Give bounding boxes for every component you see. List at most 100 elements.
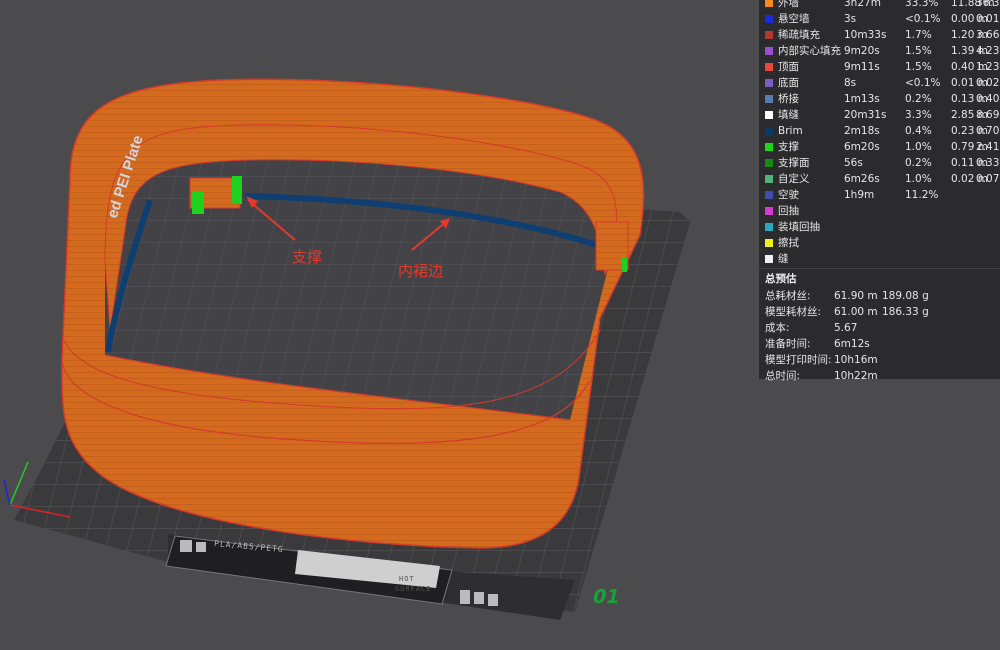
color-swatch — [765, 159, 773, 167]
slice-stats-panel: 外墙3h27m33.3%11.88 m36.30悬空墙3s<0.1%0.00 m… — [759, 0, 1000, 382]
plate-hot-text: HOT — [399, 575, 415, 583]
feature-time: 20m31s — [844, 109, 887, 121]
prep-time-row: 准备时间: 6m12s — [765, 338, 870, 350]
color-swatch — [765, 15, 773, 23]
model-print-time-row: 模型打印时间: 10h16m — [765, 354, 878, 366]
feature-time: 1h9m — [844, 189, 875, 201]
feature-time: 9m20s — [844, 45, 880, 57]
feature-percent: 1.7% — [905, 29, 932, 41]
color-swatch — [765, 63, 773, 71]
feature-row: 装填回抽 — [759, 219, 1000, 235]
feature-row: Brim2m18s0.4%0.23 m0.70 g — [759, 123, 1000, 139]
feature-time: 6m26s — [844, 173, 880, 185]
color-swatch — [765, 95, 773, 103]
total-filament-row: 总耗材丝: 61.90 m 189.08 g — [765, 290, 929, 302]
color-swatch — [765, 255, 773, 263]
feature-percent: 3.3% — [905, 109, 932, 121]
feature-weight: 3.66 g — [976, 29, 1000, 41]
feature-weight: 0.70 g — [976, 125, 1000, 137]
feature-time: 1m13s — [844, 93, 880, 105]
color-swatch — [765, 207, 773, 215]
feature-name: 回抽 — [778, 205, 799, 217]
feature-row: 缝 — [759, 251, 1000, 267]
color-swatch — [765, 0, 773, 7]
feature-name: 外墙 — [778, 0, 799, 9]
summary-title: 总预估 — [765, 273, 797, 285]
color-swatch — [765, 143, 773, 151]
feature-percent: 1.0% — [905, 141, 932, 153]
color-swatch — [765, 31, 773, 39]
feature-percent: 0.2% — [905, 93, 932, 105]
feature-row: 悬空墙3s<0.1%0.00 m0.01 g — [759, 11, 1000, 27]
feature-name: 内部实心填充 — [778, 45, 841, 57]
color-swatch — [765, 191, 773, 199]
support-annotation: 支撑 — [292, 248, 323, 266]
color-swatch — [765, 127, 773, 135]
support-left — [189, 176, 242, 214]
feature-percent: 11.2% — [905, 189, 939, 201]
feature-weight: 0.01 g — [976, 13, 1000, 25]
feature-row: 内部实心填充9m20s1.5%1.39 m4.23 g — [759, 43, 1000, 59]
feature-row: 稀疏填充10m33s1.7%1.20 m3.66 g — [759, 27, 1000, 43]
plate-surface-text: SURFACE — [395, 585, 432, 593]
feature-row: 外墙3h27m33.3%11.88 m36.30 — [759, 0, 1000, 11]
feature-name: 擦拭 — [778, 237, 799, 249]
feature-percent: 1.5% — [905, 45, 932, 57]
feature-time: 56s — [844, 157, 863, 169]
feature-name: 缝 — [778, 253, 789, 265]
feature-row: 底面8s<0.1%0.01 m0.02 g — [759, 75, 1000, 91]
feature-percent: 0.4% — [905, 125, 932, 137]
feature-row: 顶面9m11s1.5%0.40 m1.23 g — [759, 59, 1000, 75]
feature-percent: <0.1% — [905, 13, 941, 25]
feature-time: 6m20s — [844, 141, 880, 153]
feature-weight: 1.23 g — [976, 61, 1000, 73]
feature-name: 支撑面 — [778, 157, 810, 169]
feature-row: 擦拭 — [759, 235, 1000, 251]
feature-name: 空驶 — [778, 189, 799, 201]
feature-time: 10m33s — [844, 29, 887, 41]
feature-row: 空驶 1h9m 11.2% — [759, 187, 1000, 203]
feature-row: 自定义6m26s1.0%0.02 m0.07 g — [759, 171, 1000, 187]
feature-name: Brim — [778, 125, 803, 137]
feature-row: 填缝20m31s3.3%2.85 m8.69 g — [759, 107, 1000, 123]
model-filament-row: 模型耗材丝: 61.00 m 186.33 g — [765, 306, 929, 318]
feature-percent: 1.5% — [905, 61, 932, 73]
printed-model — [61, 78, 645, 549]
feature-weight: 0.33 g — [976, 157, 1000, 169]
feature-name: 填缝 — [778, 109, 799, 121]
color-swatch — [765, 239, 773, 247]
feature-name: 桥接 — [778, 93, 799, 105]
feature-weight: 4.23 g — [976, 45, 1000, 57]
feature-time: 3h27m — [844, 0, 881, 9]
divider — [759, 268, 1000, 269]
feature-name: 支撑 — [778, 141, 799, 153]
feature-row: 支撑6m20s1.0%0.79 m2.41 g — [759, 139, 1000, 155]
feature-row: 支撑面56s0.2%0.11 m0.33 g — [759, 155, 1000, 171]
support-right — [595, 221, 629, 272]
feature-weight: 0.02 g — [976, 77, 1000, 89]
feature-percent: 0.2% — [905, 157, 932, 169]
feature-name: 装填回抽 — [778, 221, 820, 233]
inner-skirt-annotation: 内裙边 — [398, 262, 444, 280]
feature-percent: 33.3% — [905, 0, 939, 9]
feature-time: 3s — [844, 13, 857, 25]
feature-percent: 1.0% — [905, 173, 932, 185]
feature-time: 2m18s — [844, 125, 880, 137]
feature-weight: 0.40 g — [976, 93, 1000, 105]
color-swatch — [765, 223, 773, 231]
color-swatch — [765, 79, 773, 87]
feature-name: 底面 — [778, 77, 799, 89]
total-time-row: 总时间: 10h22m — [765, 370, 878, 382]
cost-row: 成本: 5.67 — [765, 322, 858, 334]
feature-row: 桥接1m13s0.2%0.13 m0.40 g — [759, 91, 1000, 107]
feature-weight: 2.41 g — [976, 141, 1000, 153]
feature-time: 9m11s — [844, 61, 880, 73]
feature-name: 自定义 — [778, 173, 810, 185]
feature-percent: <0.1% — [905, 77, 941, 89]
feature-weight: 36.30 — [976, 0, 1000, 9]
feature-weight: 0.07 g — [976, 173, 1000, 185]
feature-name: 稀疏填充 — [778, 29, 820, 41]
plate-number[interactable]: 01 — [591, 586, 622, 608]
feature-name: 悬空墙 — [778, 13, 810, 25]
color-swatch — [765, 47, 773, 55]
